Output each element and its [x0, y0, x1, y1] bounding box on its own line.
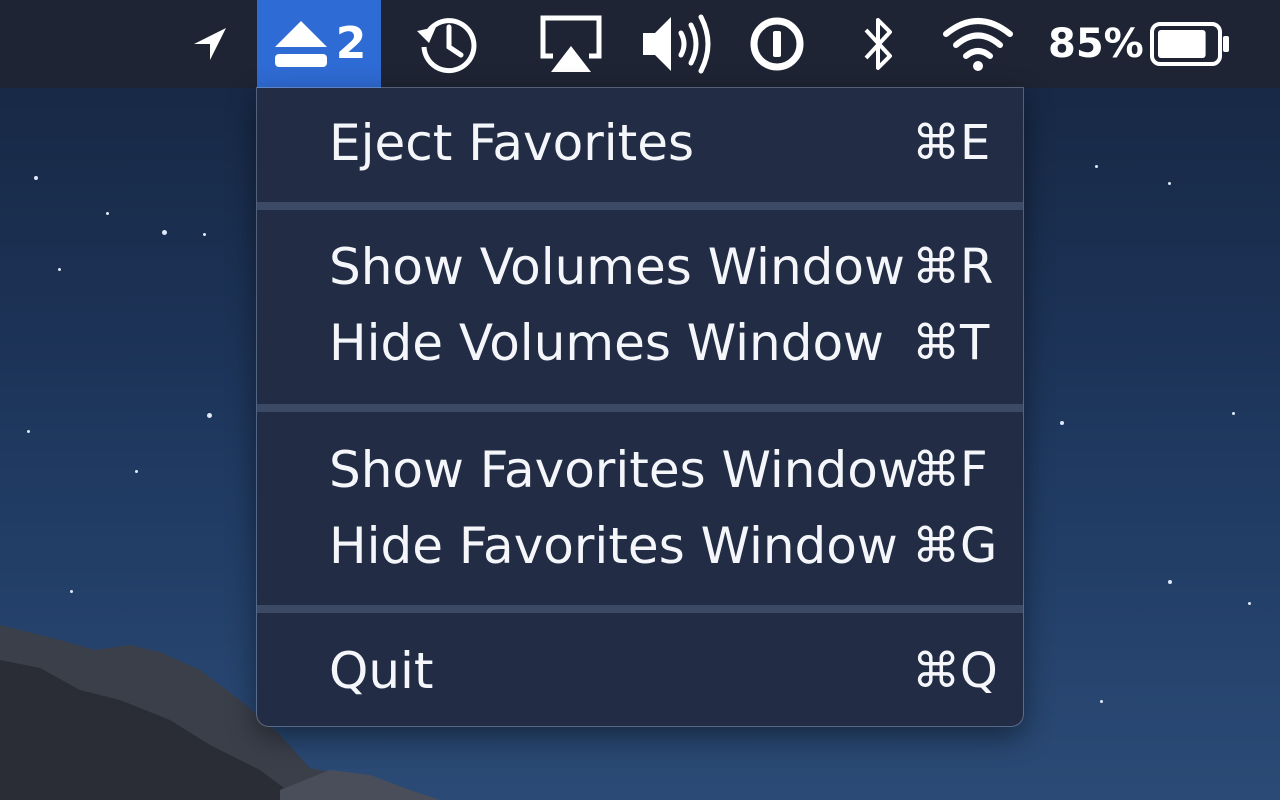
- menu-item-shortcut: ⌘T: [912, 315, 990, 371]
- menu-item-show-volumes-window[interactable]: Show Volumes Window ⌘R: [257, 230, 1023, 304]
- location-arrow-icon[interactable]: [186, 0, 234, 88]
- eject-count: 2: [335, 18, 367, 69]
- menu-item-label: Quit: [329, 642, 434, 700]
- menu-item-label: Show Favorites Window: [329, 441, 919, 499]
- menu-item-shortcut: ⌘F: [912, 442, 988, 498]
- menu-separator: [257, 605, 1023, 613]
- menu-separator: [257, 202, 1023, 210]
- eject-icon: [272, 19, 330, 69]
- menu-item-label: Hide Favorites Window: [329, 517, 898, 575]
- eject-menu-extra[interactable]: 2: [257, 0, 381, 88]
- menu-bar: 2 85%: [0, 0, 1280, 88]
- battery-fill: [1158, 30, 1206, 58]
- menu-item-hide-favorites-window[interactable]: Hide Favorites Window ⌘G: [257, 509, 1023, 583]
- bluetooth-icon[interactable]: [856, 0, 900, 88]
- battery-percentage[interactable]: 85%: [1048, 0, 1144, 88]
- airplay-icon[interactable]: [538, 0, 604, 88]
- menu-separator: [257, 404, 1023, 412]
- menu-item-label: Hide Volumes Window: [329, 314, 884, 372]
- menu-item-show-favorites-window[interactable]: Show Favorites Window ⌘F: [257, 433, 1023, 507]
- menu-item-eject-favorites[interactable]: Eject Favorites ⌘E: [257, 106, 1023, 180]
- menu-item-hide-volumes-window[interactable]: Hide Volumes Window ⌘T: [257, 306, 1023, 380]
- eject-dropdown-menu: Eject Favorites ⌘E Show Volumes Window ⌘…: [257, 88, 1023, 726]
- menu-item-quit[interactable]: Quit ⌘Q: [257, 634, 1023, 708]
- wifi-icon[interactable]: [940, 0, 1016, 88]
- menu-item-label: Show Volumes Window: [329, 238, 905, 296]
- menu-item-shortcut: ⌘R: [912, 239, 994, 295]
- menu-item-shortcut: ⌘Q: [912, 643, 998, 699]
- menu-item-shortcut: ⌘G: [912, 518, 998, 574]
- battery-icon[interactable]: [1148, 0, 1232, 88]
- volume-icon[interactable]: [638, 0, 714, 88]
- time-machine-icon[interactable]: [413, 0, 481, 88]
- menu-item-shortcut: ⌘E: [912, 115, 991, 171]
- menu-item-label: Eject Favorites: [329, 114, 695, 172]
- 1password-icon[interactable]: [746, 0, 808, 88]
